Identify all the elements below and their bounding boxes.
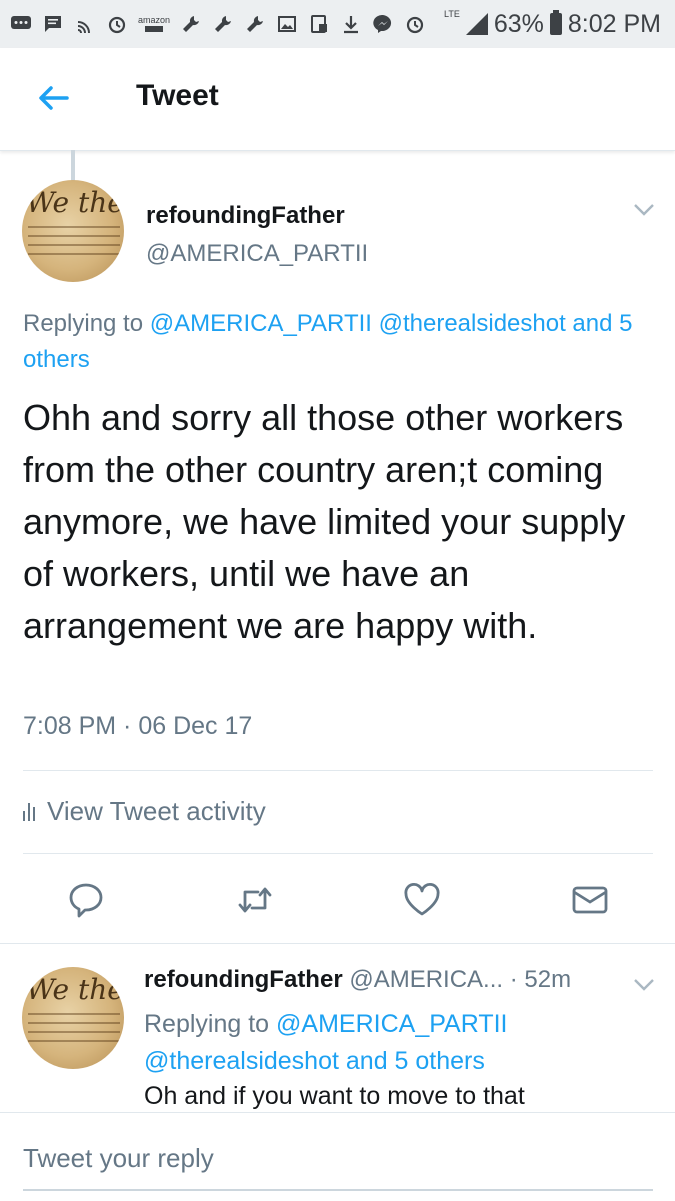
cast-icon xyxy=(74,13,96,35)
divider xyxy=(0,943,675,944)
gallery-icon xyxy=(276,13,298,35)
network-type: LTE xyxy=(444,9,460,19)
app-bar: Tweet xyxy=(0,48,675,151)
view-tweet-activity[interactable]: View Tweet activity xyxy=(23,796,266,827)
amazon-label: amazon xyxy=(138,14,171,25)
reply-input[interactable]: Tweet your reply xyxy=(23,1143,214,1174)
alarm-icon xyxy=(404,13,426,35)
input-underline xyxy=(23,1189,653,1191)
chevron-down-icon[interactable] xyxy=(633,203,655,217)
reply-others-link[interactable]: and 5 others xyxy=(346,1047,485,1075)
messages-icon xyxy=(10,13,32,35)
wrench-icon xyxy=(180,13,202,35)
divider xyxy=(23,770,653,771)
display-name[interactable]: refoundingFather xyxy=(146,202,345,230)
screenshot-icon xyxy=(308,13,330,35)
thread-connector xyxy=(71,150,75,182)
reply-text: Oh and if you want to move to that xyxy=(144,1082,525,1110)
divider xyxy=(23,853,653,854)
battery-icon xyxy=(549,10,562,35)
reply-composer: Tweet your reply xyxy=(0,1112,675,1201)
status-bar: amazon LTE 63% 8:02 PM xyxy=(0,0,675,48)
tweet-timestamp: 7:08 PM · 06 Dec 17 xyxy=(23,712,253,740)
replying-prefix: Replying to xyxy=(144,1010,270,1038)
avatar[interactable]: We the Pe xyxy=(22,180,124,282)
alarm-icon xyxy=(106,13,128,35)
reply-icon[interactable] xyxy=(66,880,106,920)
avatar-script: We the Pe xyxy=(26,186,124,219)
back-arrow-icon[interactable] xyxy=(34,78,74,118)
handle[interactable]: @AMERICA_PARTII xyxy=(146,240,368,268)
amazon-icon: amazon xyxy=(138,13,170,35)
reply-header: refoundingFather @AMERICA... · 52m xyxy=(144,966,571,994)
clock: 8:02 PM xyxy=(567,9,661,38)
reply-time: · 52m xyxy=(509,966,572,993)
status-right: LTE 63% 8:02 PM xyxy=(444,0,661,48)
signal-icon xyxy=(465,13,488,35)
download-icon xyxy=(340,13,362,35)
direct-message-icon[interactable] xyxy=(570,880,610,920)
reply-mention-1[interactable]: @AMERICA_PARTII xyxy=(150,310,372,337)
reply-handle[interactable]: @AMERICA... xyxy=(349,966,503,993)
reply-mention-2[interactable]: @therealsideshot xyxy=(144,1047,339,1075)
battery-percent: 63% xyxy=(493,9,544,38)
activity-label: View Tweet activity xyxy=(47,796,266,826)
sms-icon xyxy=(42,13,64,35)
reply-mention-1[interactable]: @AMERICA_PARTII xyxy=(276,1010,507,1038)
tweet-text: Ohh and sorry all those other workers fr… xyxy=(23,397,626,646)
chevron-down-icon[interactable] xyxy=(633,978,655,992)
analytics-icon xyxy=(23,802,35,821)
reply-mention-2[interactable]: @therealsideshot xyxy=(379,310,566,337)
page-title: Tweet xyxy=(136,79,219,112)
replying-to: Replying to @AMERICA_PARTII @therealside… xyxy=(23,306,653,378)
reply-replying-to: Replying to @AMERICA_PARTII @therealside… xyxy=(144,1006,634,1080)
replying-prefix: Replying to xyxy=(23,310,144,337)
notification-icons: amazon xyxy=(0,13,426,35)
retweet-icon[interactable] xyxy=(235,880,275,920)
reply-avatar[interactable]: We the Pe xyxy=(22,967,124,1069)
wrench-icon xyxy=(244,13,266,35)
messenger-icon xyxy=(372,13,394,35)
avatar-script: We the Pe xyxy=(26,973,124,1006)
wrench-icon xyxy=(212,13,234,35)
heart-icon[interactable] xyxy=(402,880,442,920)
reply-display-name[interactable]: refoundingFather xyxy=(144,966,343,993)
